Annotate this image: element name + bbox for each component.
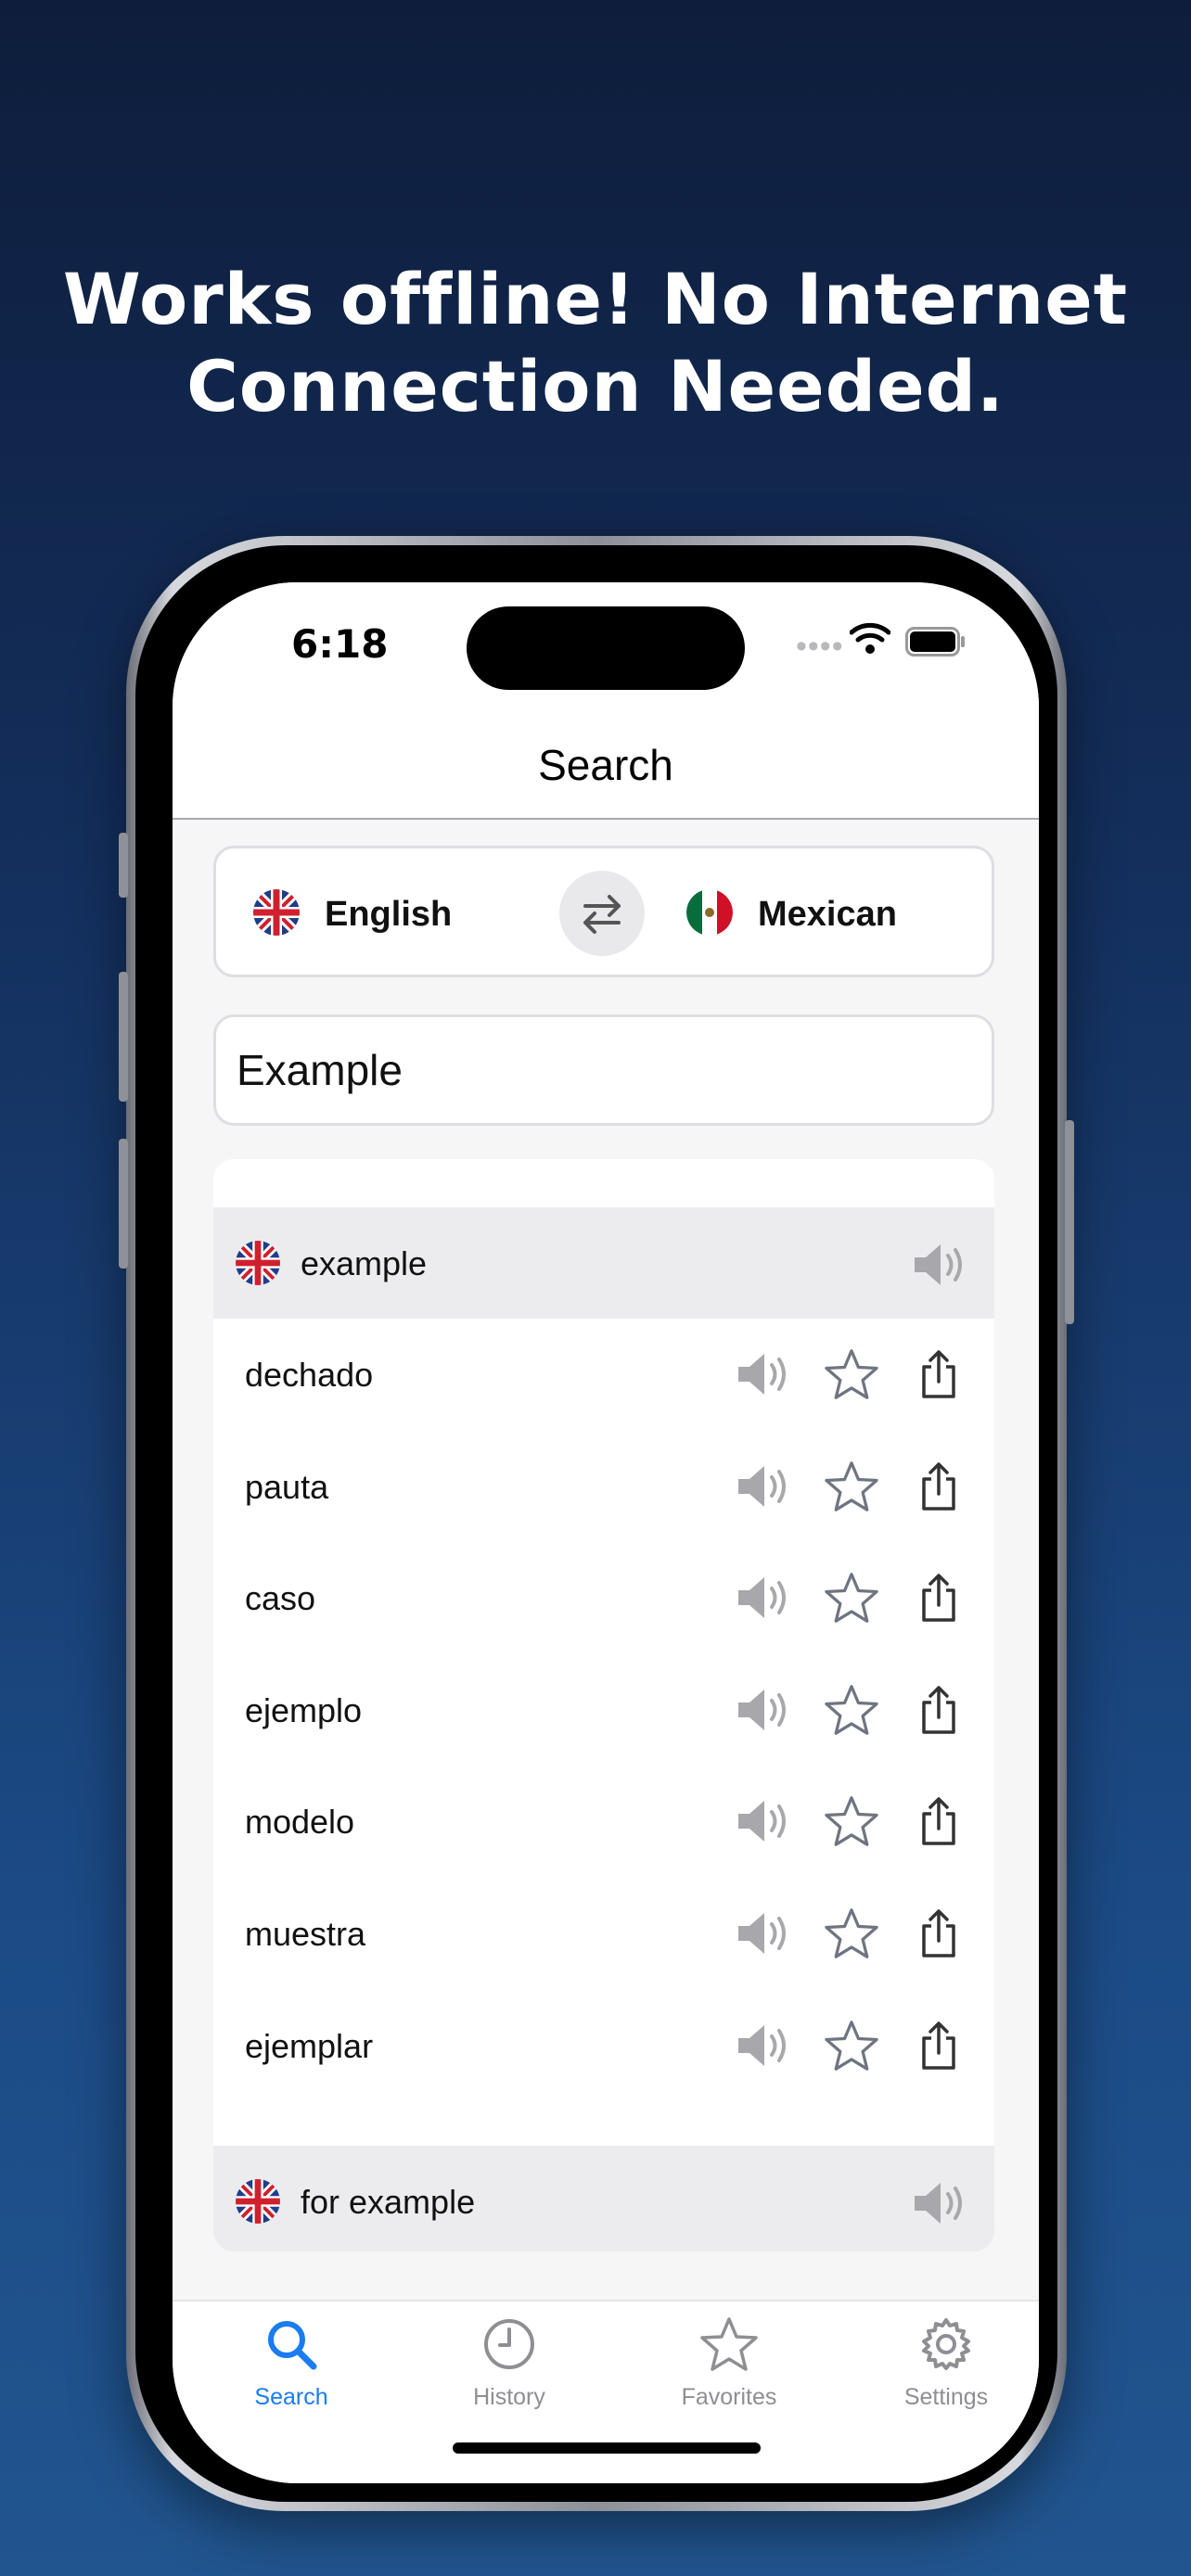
share-icon[interactable] (918, 1795, 959, 1847)
headline-line-1: Works offline! No Internet (62, 258, 1129, 340)
app-screen: 6:18 •••• Search English Mexican Example… (173, 582, 1039, 2483)
tab-settings-label: Settings (903, 2384, 989, 2410)
translation-row[interactable]: modelo (213, 1766, 994, 1877)
speaker-icon[interactable] (735, 1574, 794, 1622)
result-term-row[interactable]: for example (213, 2146, 994, 2251)
speaker-icon[interactable] (735, 1462, 794, 1511)
speaker-icon[interactable] (735, 1797, 794, 1845)
home-indicator (453, 2442, 761, 2454)
search-input[interactable]: Example (213, 1014, 994, 1126)
translation-row[interactable]: ejemplar (213, 1990, 994, 2101)
phone-bezel: 6:18 •••• Search English Mexican Example… (135, 545, 1057, 2502)
phone-frame: 6:18 •••• Search English Mexican Example… (119, 536, 1074, 2511)
source-language-button[interactable]: English (216, 848, 550, 975)
speaker-icon[interactable] (911, 1241, 970, 1289)
star-icon[interactable] (824, 2020, 879, 2072)
translation-row[interactable]: pauta (213, 1431, 994, 1542)
language-selector: English Mexican (213, 846, 994, 977)
tab-bar: Search History Favorites Settings (173, 2300, 1039, 2483)
source-language-label: English (325, 895, 453, 934)
speaker-icon[interactable] (911, 2179, 970, 2227)
clock-icon (484, 2319, 534, 2369)
star-icon[interactable] (824, 1572, 879, 1624)
tab-history-label: History (473, 2384, 545, 2410)
share-icon[interactable] (918, 1684, 959, 1736)
tab-history[interactable]: History (435, 2316, 583, 2411)
star-icon[interactable] (824, 1684, 879, 1736)
translation-word: caso (245, 1579, 316, 1618)
tab-search[interactable]: Search (217, 2316, 365, 2411)
translation-word: muestra (245, 1915, 366, 1953)
battery-icon (905, 627, 965, 657)
translation-row[interactable]: ejemplo (213, 1654, 994, 1766)
uk-flag-icon (253, 889, 300, 936)
translation-word: dechado (245, 1356, 374, 1394)
translation-word: ejemplo (245, 1690, 363, 1729)
tab-search-label: Search (254, 2384, 328, 2410)
swap-languages-button[interactable] (559, 871, 645, 956)
mute-switch (119, 833, 128, 898)
translation-row[interactable]: muestra (213, 1878, 994, 1989)
swap-arrows-icon (583, 895, 621, 934)
star-icon[interactable] (824, 1460, 879, 1512)
status-bar: 6:18 •••• (173, 582, 1039, 712)
result-term: example (301, 1244, 428, 1282)
mexico-flag-icon (686, 889, 733, 936)
page-title: Search (538, 741, 673, 789)
signal-dots: •••• (796, 629, 844, 664)
target-language-button[interactable]: Mexican (661, 848, 986, 975)
tab-favorites-label: Favorites (681, 2384, 777, 2410)
speaker-icon[interactable] (735, 2021, 794, 2070)
uk-flag-icon (236, 1241, 280, 1285)
star-icon (700, 2317, 758, 2371)
speaker-icon[interactable] (735, 1686, 794, 1734)
share-icon[interactable] (918, 1907, 959, 1959)
star-icon[interactable] (824, 1795, 879, 1847)
speaker-icon[interactable] (735, 1909, 794, 1958)
headline-line-2: Connection Needed. (186, 345, 1005, 427)
gear-icon (922, 2318, 970, 2370)
share-icon[interactable] (918, 1460, 959, 1512)
results-list: example dechado pauta caso ejemplo modelo mue… (213, 1159, 994, 2251)
result-term-row[interactable]: example (213, 1207, 994, 1319)
magnifier-icon (268, 2321, 317, 2370)
star-icon[interactable] (824, 1348, 879, 1400)
volume-up-button (119, 972, 128, 1102)
share-icon[interactable] (918, 2020, 959, 2072)
navigation-bar: Search (173, 712, 1039, 820)
translation-word: ejemplar (245, 2026, 374, 2065)
search-input-value: Example (237, 1046, 403, 1094)
result-term: for example (301, 2183, 476, 2221)
status-time: 6:18 (291, 621, 389, 667)
share-icon[interactable] (918, 1348, 959, 1400)
translation-row[interactable]: caso (213, 1542, 994, 1653)
target-language-label: Mexican (758, 895, 897, 934)
translation-word: pauta (245, 1467, 329, 1506)
share-icon[interactable] (918, 1572, 959, 1624)
volume-down-button (119, 1139, 128, 1269)
uk-flag-icon (236, 2179, 280, 2224)
dynamic-island (467, 606, 745, 690)
translation-row[interactable]: dechado (213, 1319, 994, 1430)
tab-settings[interactable]: Settings (872, 2316, 1020, 2411)
headline: Works offline! No Internet Connection Ne… (0, 256, 1191, 430)
power-button (1065, 1120, 1074, 1324)
star-icon[interactable] (824, 1907, 879, 1959)
tab-favorites[interactable]: Favorites (655, 2316, 803, 2411)
translation-word: modelo (245, 1803, 355, 1842)
speaker-icon[interactable] (735, 1350, 794, 1398)
wifi-icon (850, 622, 890, 654)
